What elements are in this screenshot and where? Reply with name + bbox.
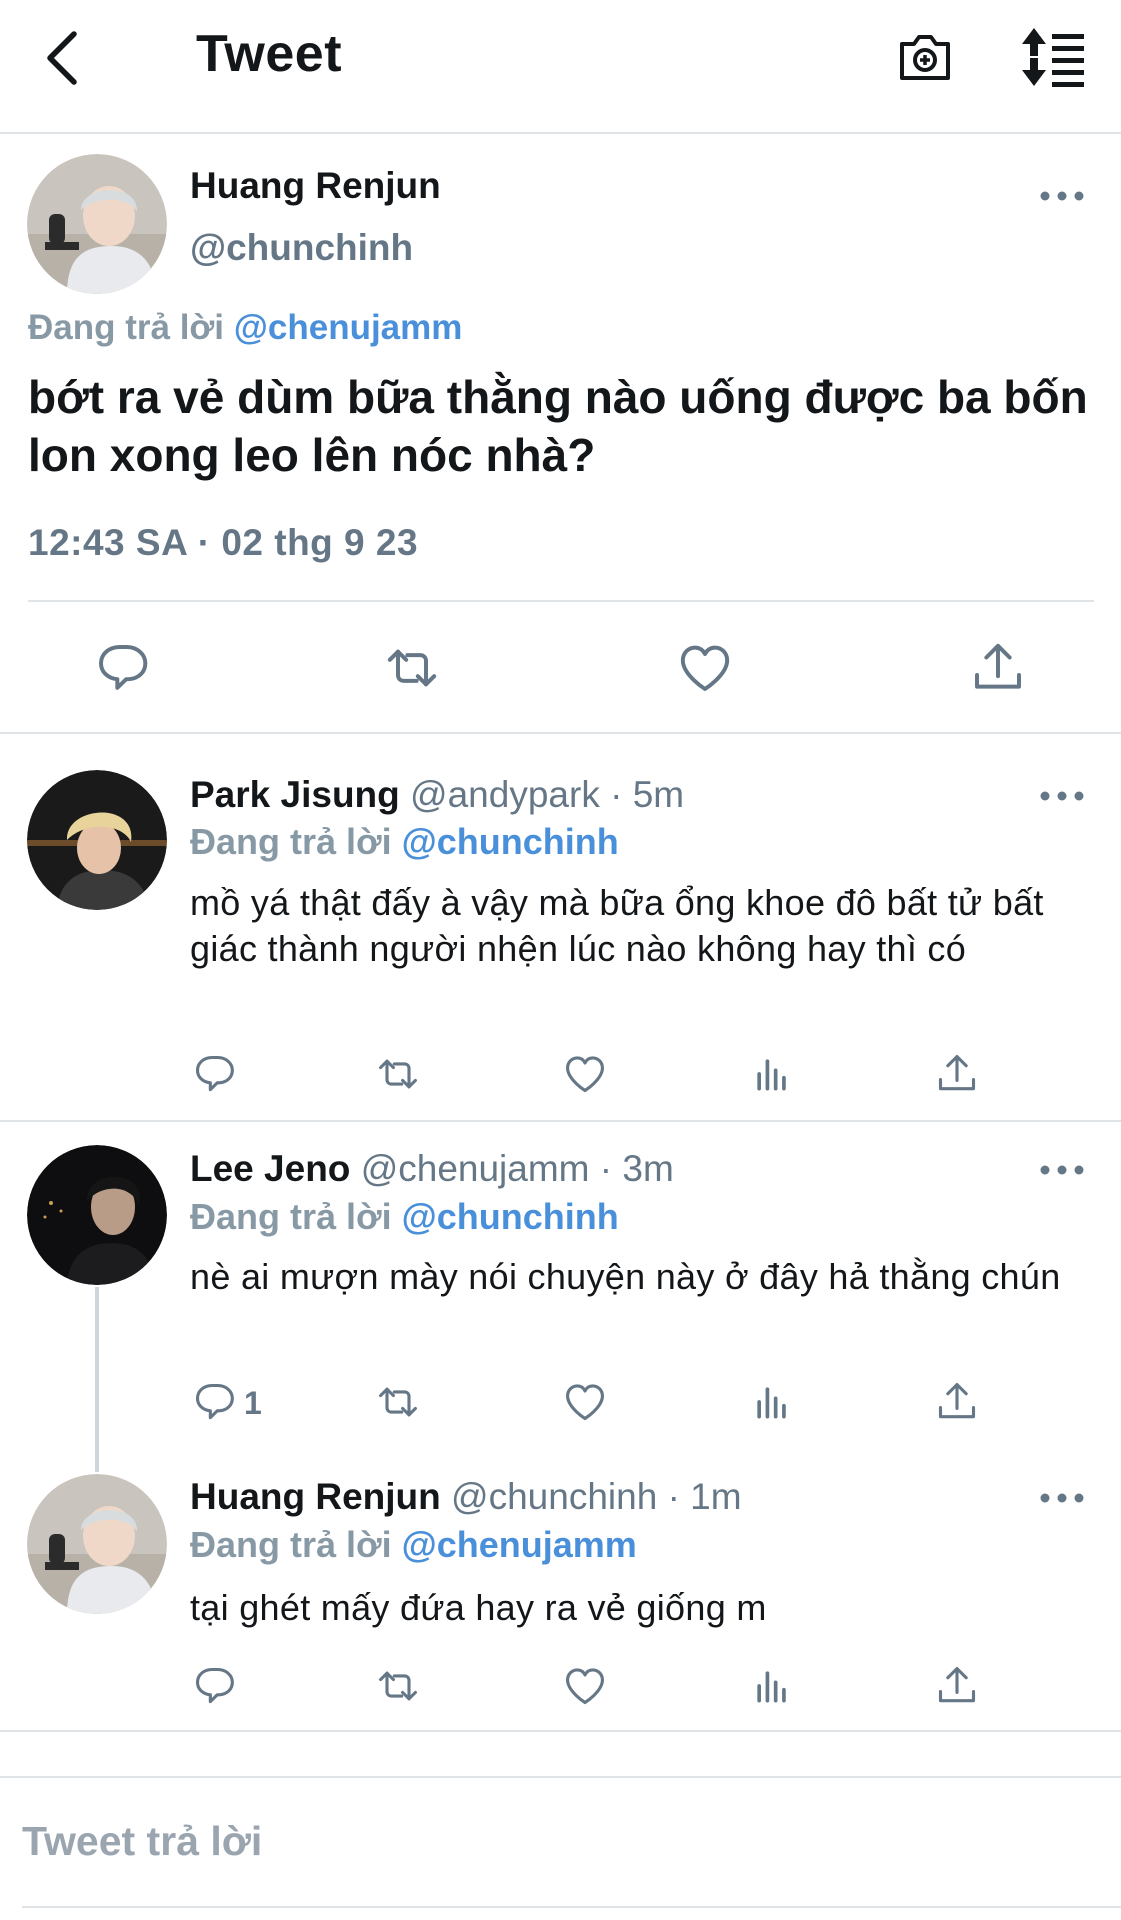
reply-icon[interactable] bbox=[94, 640, 150, 696]
author-name[interactable]: Huang Renjun bbox=[190, 165, 441, 207]
like-icon[interactable] bbox=[563, 1052, 607, 1096]
more-icon[interactable] bbox=[1040, 1492, 1084, 1504]
author-handle-time[interactable]: @chenujamm · 3m bbox=[361, 1148, 674, 1189]
reply-text: nè ai mượn mày nói chuyện này ở đây hả t… bbox=[190, 1256, 1061, 1297]
back-icon[interactable] bbox=[36, 28, 96, 88]
reply-header: Huang Renjun @chunchinh · 1m bbox=[190, 1476, 742, 1518]
camera-icon[interactable] bbox=[896, 28, 954, 86]
divider bbox=[22, 1906, 1121, 1908]
reply-header: Lee Jeno @chenujamm · 3m bbox=[190, 1148, 674, 1190]
divider bbox=[0, 732, 1121, 734]
reply-compose-input[interactable]: Tweet trả lời bbox=[22, 1818, 262, 1865]
reply-mention-link[interactable]: @chunchinh bbox=[402, 1196, 619, 1237]
sort-icon[interactable] bbox=[1020, 26, 1086, 88]
stats-icon[interactable] bbox=[750, 1664, 794, 1708]
replying-to: Đang trả lời @chenujamm bbox=[190, 1524, 637, 1566]
author-name[interactable]: Lee Jeno bbox=[190, 1148, 350, 1189]
reply-count: 1 bbox=[244, 1385, 262, 1421]
like-icon[interactable] bbox=[677, 640, 733, 696]
avatar[interactable] bbox=[27, 154, 167, 294]
page-title: Tweet bbox=[196, 25, 343, 83]
replying-to: Đang trả lời @chenujamm bbox=[28, 308, 462, 348]
tweet-timestamp[interactable]: 12:43 SA · 02 thg 9 23 bbox=[28, 522, 418, 564]
reply-mention-link[interactable]: @chenujamm bbox=[234, 308, 463, 347]
retweet-icon[interactable] bbox=[376, 1380, 420, 1424]
author-name[interactable]: Huang Renjun bbox=[190, 1476, 441, 1517]
reply-header: Park Jisung @andypark · 5m bbox=[190, 774, 684, 816]
share-icon[interactable] bbox=[935, 1052, 979, 1096]
tweet-text: bớt ra vẻ dùm bữa thằng nào uống được ba… bbox=[28, 371, 1088, 481]
divider bbox=[0, 1776, 1121, 1778]
more-icon[interactable] bbox=[1040, 790, 1084, 802]
reply-text: mồ yá thật đấy à vậy mà bữa ổng khoe đô … bbox=[190, 882, 1044, 969]
retweet-icon[interactable] bbox=[384, 640, 440, 696]
reply-mention-link[interactable]: @chunchinh bbox=[402, 821, 619, 862]
reply-text: tại ghét mấy đứa hay ra vẻ giống m bbox=[190, 1587, 767, 1628]
reply-icon[interactable] bbox=[192, 1664, 236, 1708]
reply-prefix: Đang trả lời bbox=[190, 1196, 392, 1237]
author-handle-time[interactable]: @chunchinh · 1m bbox=[451, 1476, 742, 1517]
share-icon[interactable] bbox=[935, 1380, 979, 1424]
author-handle-time[interactable]: @andypark · 5m bbox=[410, 774, 684, 815]
like-icon[interactable] bbox=[563, 1664, 607, 1708]
reply-icon[interactable] bbox=[192, 1052, 236, 1096]
retweet-icon[interactable] bbox=[376, 1664, 420, 1708]
author-handle[interactable]: @chunchinh bbox=[190, 227, 413, 269]
reply-prefix: Đang trả lời bbox=[190, 1524, 392, 1565]
more-icon[interactable] bbox=[1040, 1164, 1084, 1176]
divider bbox=[0, 1730, 1121, 1732]
avatar[interactable] bbox=[27, 1145, 167, 1285]
reply-prefix: Đang trả lời bbox=[28, 308, 225, 347]
more-icon[interactable] bbox=[1040, 190, 1084, 202]
reply-icon[interactable] bbox=[192, 1380, 236, 1424]
divider bbox=[0, 1120, 1121, 1122]
stats-icon[interactable] bbox=[750, 1380, 794, 1424]
stats-icon[interactable] bbox=[750, 1052, 794, 1096]
thread-connector bbox=[95, 1287, 99, 1472]
like-icon[interactable] bbox=[563, 1380, 607, 1424]
replying-to: Đang trả lời @chunchinh bbox=[190, 1196, 619, 1238]
share-icon[interactable] bbox=[935, 1664, 979, 1708]
avatar[interactable] bbox=[27, 1474, 167, 1614]
reply-mention-link[interactable]: @chenujamm bbox=[402, 1524, 637, 1565]
replying-to: Đang trả lời @chunchinh bbox=[190, 821, 619, 863]
share-icon[interactable] bbox=[970, 640, 1026, 696]
avatar[interactable] bbox=[27, 770, 167, 910]
divider bbox=[28, 600, 1094, 602]
reply-prefix: Đang trả lời bbox=[190, 821, 392, 862]
retweet-icon[interactable] bbox=[376, 1052, 420, 1096]
author-name[interactable]: Park Jisung bbox=[190, 774, 400, 815]
